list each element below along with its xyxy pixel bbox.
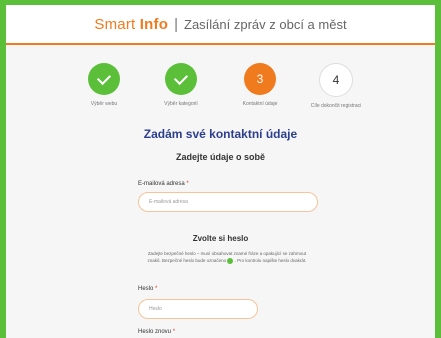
step-caption: Kontaktní údaje (242, 101, 278, 107)
step-finish-registration: 4 Cíle dokončit registraci (296, 63, 376, 109)
step-circle (88, 63, 120, 95)
progress-steps: Výběr webu Výběr kategorií 3 Kontaktní ú… (6, 63, 435, 123)
step-contact-details: 3 Kontaktní údaje (220, 63, 300, 107)
step-caption: Cíle dokončit registraci (310, 103, 362, 109)
section-subtitle: Zadejte údaje o sobě (175, 152, 266, 162)
password-placeholder: Heslo (149, 306, 162, 312)
step-circle: 4 (319, 63, 353, 97)
step-web-selection[interactable]: Výběr webu (64, 63, 144, 107)
required-marker: * (155, 286, 158, 292)
registration-content: Výběr webu Výběr kategorií 3 Kontaktní ú… (6, 45, 435, 338)
step-caption: Výběr webu (90, 101, 118, 107)
brand-logo[interactable]: Smart Info (94, 16, 168, 33)
email-placeholder: E-mailová adresa (149, 199, 188, 205)
check-icon (173, 70, 189, 85)
password-description-tail: . Pro kontrolu napište heslo dvakrát. (234, 258, 307, 263)
password-label: Heslo * (138, 286, 157, 292)
password-field[interactable]: Heslo (138, 299, 258, 319)
check-icon (96, 70, 112, 85)
brand-name-bold: Info (139, 15, 169, 33)
email-label-text: E-mailová adresa (138, 181, 185, 187)
check-icon (227, 257, 234, 264)
page-header: Smart Info | Zasílání zpráv z obcí a měs… (6, 5, 435, 45)
brand-name: Smart (94, 15, 136, 33)
page-title: Zadám své kontaktní údaje (143, 127, 298, 141)
password-again-label: Heslo znovu * (138, 329, 175, 335)
header-separator: | (174, 15, 178, 33)
step-categories[interactable]: Výběr kategorií (141, 63, 221, 107)
password-again-label-text: Heslo znovu (138, 329, 172, 335)
required-marker: * (186, 181, 189, 187)
header-subtitle: Zasílání zpráv z obcí a měst (184, 16, 347, 32)
step-circle: 3 (244, 63, 276, 95)
step-circle (165, 63, 197, 95)
frame-right (435, 0, 441, 338)
password-description: Zadejte bezpečné heslo – musí obsahovat … (144, 250, 310, 264)
email-label: E-mailová adresa * (138, 181, 189, 187)
email-field[interactable]: E-mailová adresa (138, 192, 318, 212)
step-caption: Výběr kategorií (164, 101, 198, 107)
required-marker: * (172, 329, 176, 335)
password-heading: Zvolte si heslo (192, 234, 249, 243)
password-label-text: Heslo (138, 286, 154, 292)
